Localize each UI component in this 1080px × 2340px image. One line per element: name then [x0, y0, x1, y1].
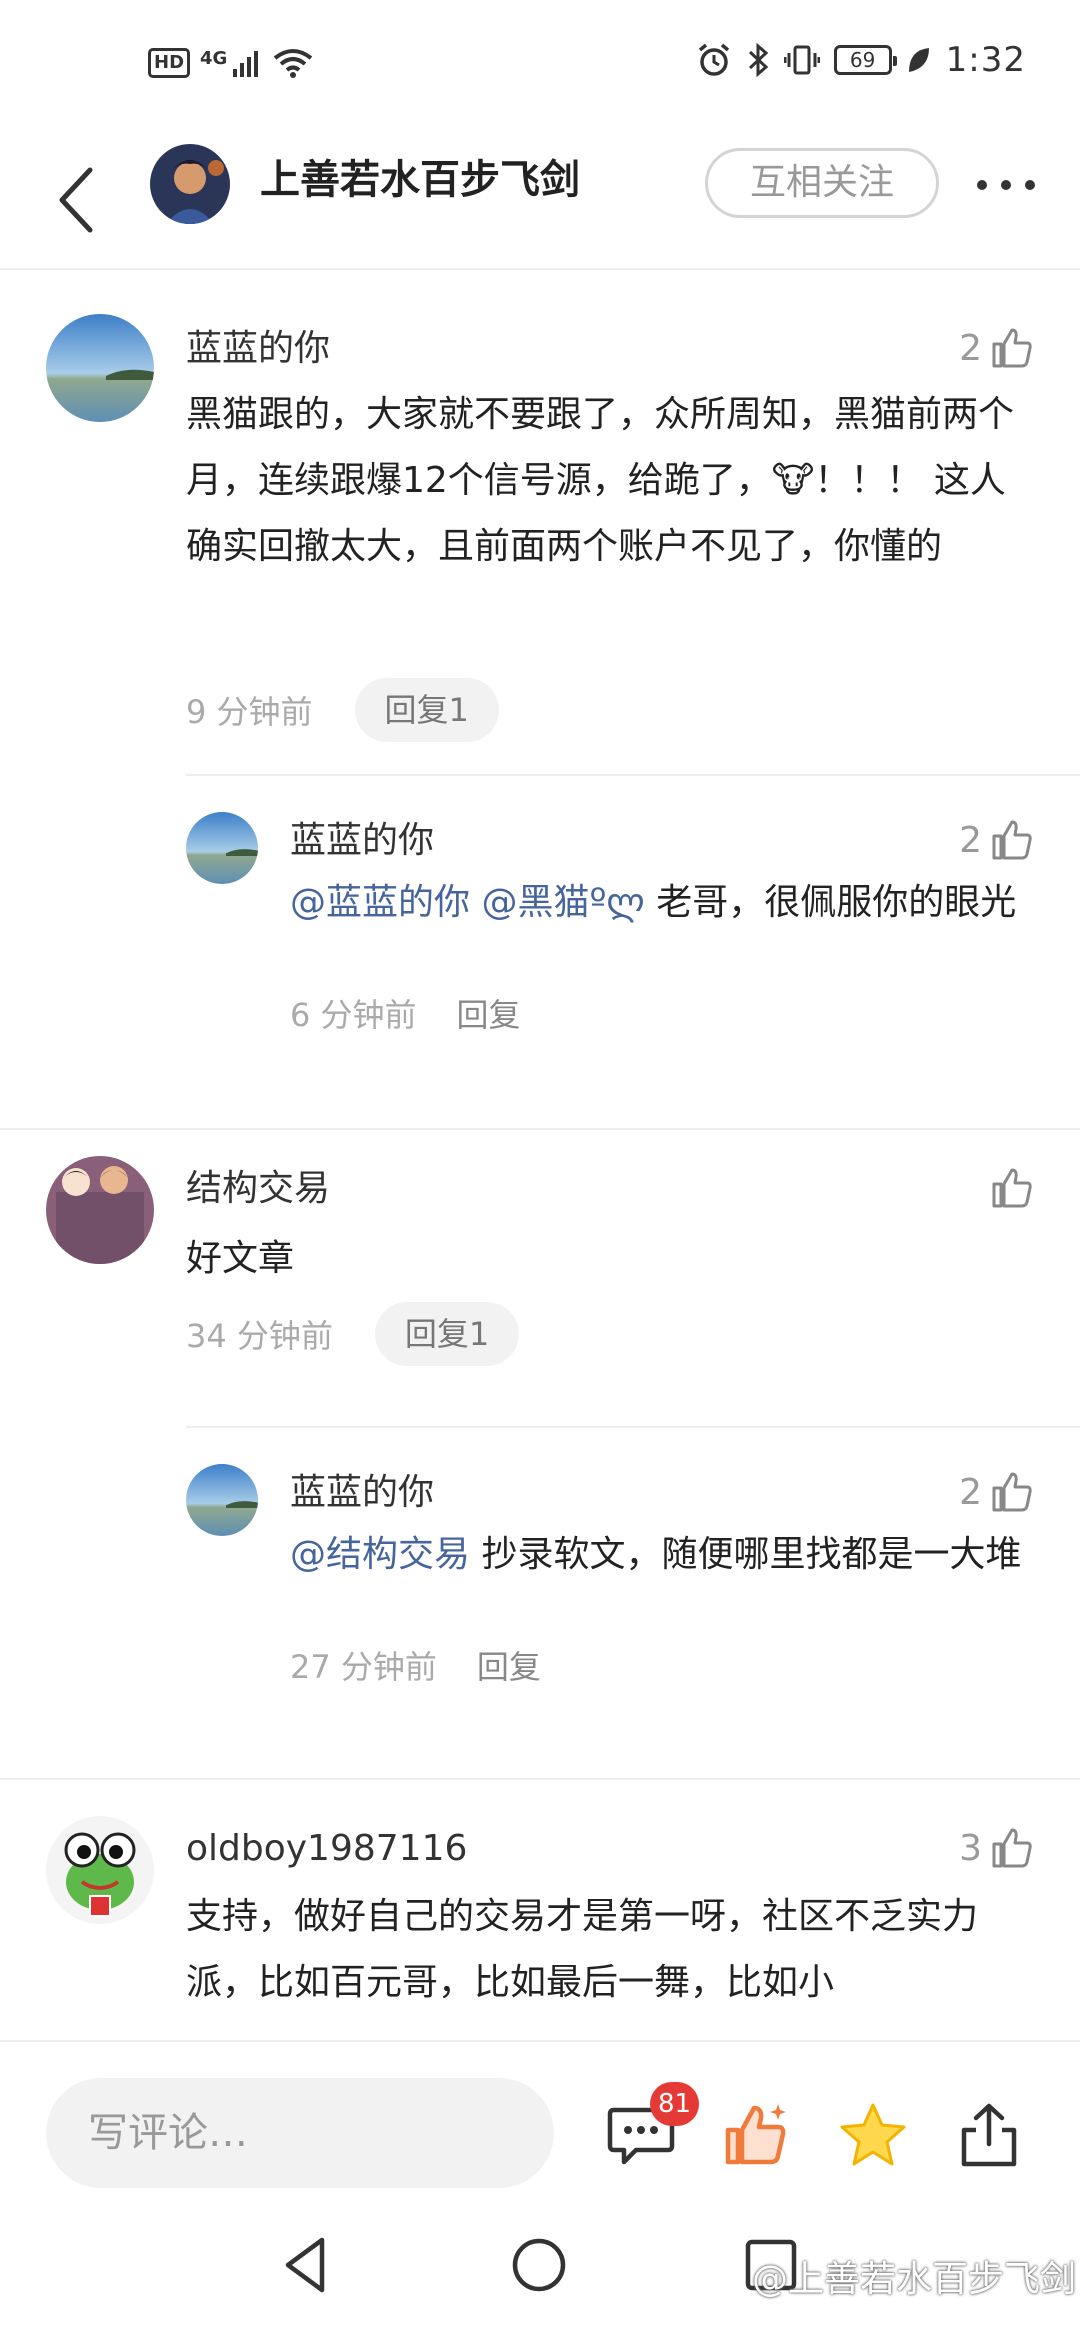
comment-input[interactable]: 写评论…	[46, 2078, 554, 2188]
more-icon[interactable]	[966, 155, 1046, 215]
avatar[interactable]	[46, 1816, 154, 1924]
reply-text: @蓝蓝的你 @黑猫ºლ 老哥，很佩服你的眼光	[290, 870, 1030, 936]
status-right: 69 1:32	[696, 40, 1026, 80]
bottom-action-bar: 写评论… 81	[0, 2040, 1080, 2190]
reply-button[interactable]: 回复1	[374, 1302, 520, 1366]
avatar[interactable]	[46, 314, 154, 422]
timestamp: 6 分钟前	[290, 996, 417, 1034]
thumbs-up-icon	[992, 1472, 1032, 1512]
thumbs-up-icon	[992, 1168, 1032, 1208]
battery-icon: 69	[833, 45, 897, 75]
comment-item: 蓝蓝的你 2 黑猫跟的，大家就不要跟了，众所周知，黑猫前两个月，连续跟爆12个信…	[0, 272, 1080, 760]
author-name[interactable]: 上善若水百步飞剑	[260, 150, 580, 210]
bluetooth-icon	[748, 42, 768, 78]
clock: 1:32	[945, 40, 1026, 80]
thumbs-up-icon	[992, 1828, 1032, 1868]
alarm-icon	[698, 43, 729, 76]
leaf-icon	[908, 48, 929, 72]
comment-text: 支持，做好自己的交易才是第一呀，社区不乏实力派，比如百元哥，比如最后一舞，比如小	[186, 1896, 979, 2003]
mention-link[interactable]: @结构交易	[290, 1534, 470, 1575]
username[interactable]: 蓝蓝的你	[290, 1468, 434, 1518]
comment-list: 蓝蓝的你 2 黑猫跟的，大家就不要跟了，众所周知，黑猫前两个月，连续跟爆12个信…	[0, 272, 1080, 2040]
thumbs-up-icon	[992, 328, 1032, 368]
comment-item: 结构交易 好文章 34 分钟前 回复1	[0, 1130, 1080, 1420]
reply-button[interactable]: 回复	[457, 990, 521, 1036]
timestamp: 9 分钟前	[186, 693, 313, 731]
like-button[interactable]: 2	[959, 326, 1034, 370]
status-bar: HD 4G 69 1:32	[0, 0, 1080, 130]
wifi-icon	[274, 49, 313, 78]
status-left: HD 4G	[148, 48, 313, 78]
avatar[interactable]	[46, 1156, 154, 1264]
avatar[interactable]	[186, 1464, 258, 1536]
like-count: 3	[959, 1827, 982, 1869]
reply-meta: 27 分钟前 回复	[290, 1642, 541, 1688]
reply-meta: 6 分钟前 回复	[290, 990, 521, 1036]
reply-item: 蓝蓝的你 2 @结构交易 抄录软文，随便哪里找都是一大堆 27 分钟前 回复	[0, 1428, 1080, 1686]
network-type: 4G	[200, 48, 228, 69]
mention-link[interactable]: @黑猫ºლ	[481, 882, 644, 923]
reply-text: @结构交易 抄录软文，随便哪里找都是一大堆	[290, 1522, 1030, 1588]
like-button[interactable]: 3	[959, 1826, 1034, 1870]
comment-count-badge: 81	[650, 2082, 700, 2126]
username[interactable]: 蓝蓝的你	[186, 324, 330, 374]
reply-body: 抄录软文，随便哪里找都是一大堆	[470, 1534, 1022, 1575]
reply-button[interactable]: 回复	[477, 1642, 541, 1688]
like-count: 2	[959, 327, 982, 369]
reply-item: 蓝蓝的你 2 @蓝蓝的你 @黑猫ºლ 老哥，很佩服你的眼光 6 分钟前 回复	[0, 776, 1080, 1034]
back-icon[interactable]	[50, 155, 110, 245]
comment-item: oldboy1987116 3 支持，做好自己的交易才是第一呀，社区不乏实力派，…	[0, 1780, 1080, 2040]
like-count: 2	[959, 819, 982, 861]
timestamp: 27 分钟前	[290, 1648, 437, 1686]
like-button[interactable]: 2	[959, 1470, 1034, 1514]
timestamp: 34 分钟前	[186, 1317, 333, 1355]
like-icon[interactable]	[722, 2100, 792, 2170]
thumbs-up-icon	[992, 820, 1032, 860]
comment-meta: 9 分钟前 回复1	[186, 678, 499, 742]
nav-home-icon[interactable]	[504, 2230, 574, 2300]
hd-icon: HD	[148, 48, 191, 78]
favorite-star-icon[interactable]	[838, 2100, 908, 2170]
author-avatar[interactable]	[150, 144, 230, 224]
like-count: 2	[959, 1471, 982, 1513]
header: 上善若水百步飞剑 互相关注	[0, 130, 1080, 270]
comment-meta: 34 分钟前 回复1	[186, 1302, 520, 1366]
watermark: @上善若水百步飞剑	[751, 2259, 1076, 2300]
reply-body: 老哥，很佩服你的眼光	[644, 882, 1017, 923]
nav-back-icon[interactable]	[274, 2230, 344, 2300]
username[interactable]: 蓝蓝的你	[290, 816, 434, 866]
vibrate-icon	[783, 45, 820, 75]
comment-text: 好文章	[186, 1238, 295, 1279]
like-button[interactable]	[982, 1166, 1034, 1210]
mention-link[interactable]: @蓝蓝的你	[290, 882, 470, 923]
avatar[interactable]	[186, 812, 258, 884]
comment-text: 黑猫跟的，大家就不要跟了，众所周知，黑猫前两个月，连续跟爆12个信号源，给跪了，…	[186, 394, 1015, 567]
like-button[interactable]: 2	[959, 818, 1034, 862]
follow-button[interactable]: 互相关注	[705, 148, 939, 218]
share-icon[interactable]	[954, 2100, 1024, 2170]
username[interactable]: 结构交易	[186, 1164, 330, 1214]
username[interactable]: oldboy1987116	[186, 1824, 467, 1874]
signal-icon	[233, 51, 259, 77]
reply-button[interactable]: 回复1	[354, 678, 499, 742]
